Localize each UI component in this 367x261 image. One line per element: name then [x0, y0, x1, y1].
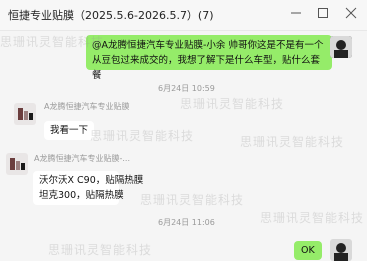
watermark: 思珊讯灵智能科技: [260, 211, 365, 225]
avatar[interactable]: [330, 239, 352, 261]
avatar[interactable]: [14, 103, 36, 125]
message-text: @A龙腾恒捷汽车专业贴膜-小余 帅哥你这是不是有一个从豆包过来成交的，我想了解下…: [92, 40, 324, 81]
minimize-icon[interactable]: [287, 4, 305, 22]
watermark: 思珊讯灵智能科技: [180, 97, 285, 111]
sender-name: A龙腾恒捷汽车专业贴膜-...: [34, 154, 130, 163]
watermark: 思珊讯灵智能科技: [240, 135, 345, 149]
title-bar: 恒捷专业贴膜（2025.5.6-2026.5.7）(7): [0, 0, 367, 31]
chat-title: 恒捷专业贴膜（2025.5.6-2026.5.7）(7): [8, 9, 214, 22]
avatar[interactable]: [330, 36, 352, 58]
timestamp: 6月24日 11:06: [158, 218, 215, 227]
watermark: 思珊讯灵智能科技: [48, 243, 153, 257]
timestamp: 6月24日 10:59: [158, 84, 215, 93]
message-bubble-other[interactable]: 我看一下: [44, 121, 95, 140]
avatar[interactable]: [6, 153, 28, 175]
message-line: 坦克300，贴隔热膜: [39, 190, 124, 201]
message-text: OK: [301, 245, 315, 256]
sender-name: A龙腾恒捷汽车专业贴膜: [44, 102, 130, 111]
maximize-icon[interactable]: [314, 4, 332, 22]
message-bubble-other[interactable]: 沃尔沃X C90，贴隔热膜 坦克300，贴隔热膜: [33, 171, 144, 205]
close-icon[interactable]: [342, 4, 360, 22]
message-bubble-own[interactable]: OK: [294, 241, 322, 260]
message-line: 沃尔沃X C90，贴隔热膜: [39, 175, 144, 186]
message-bubble-own[interactable]: @A龙腾恒捷汽车专业贴膜-小余 帅哥你这是不是有一个从豆包过来成交的，我想了解下…: [86, 35, 332, 81]
watermark: 思珊讯灵智能科技: [140, 193, 245, 207]
watermark: 思珊讯灵智能科技: [90, 129, 195, 143]
chat-area[interactable]: @A龙腾恒捷汽车专业贴膜-小余 帅哥你这是不是有一个从豆包过来成交的，我想了解下…: [0, 31, 367, 261]
message-text: 我看一下: [50, 125, 89, 136]
